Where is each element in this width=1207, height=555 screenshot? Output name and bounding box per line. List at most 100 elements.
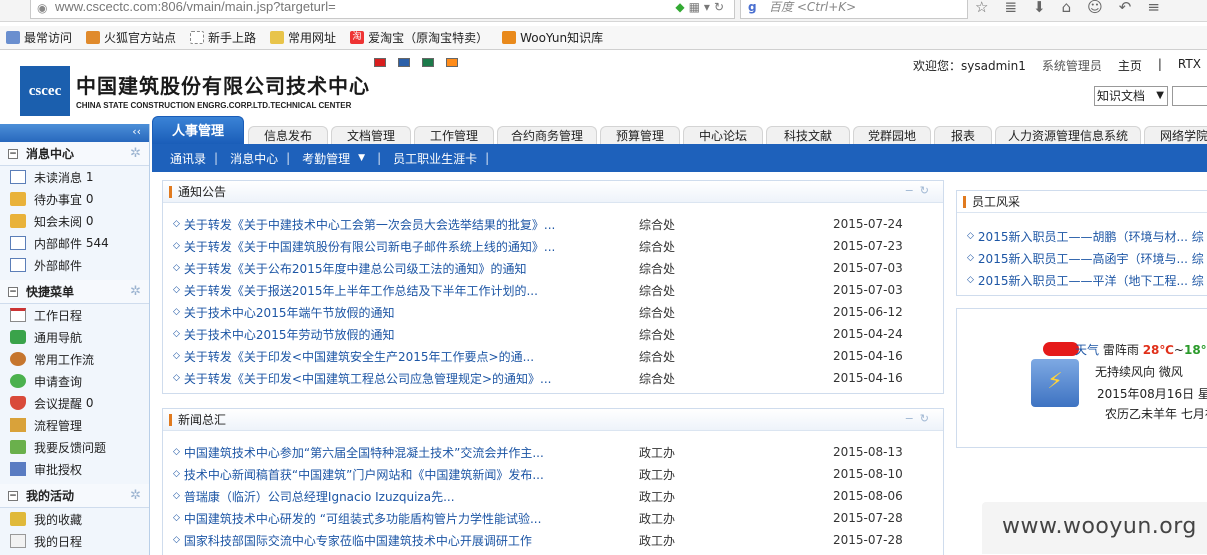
sidebar-item-internal-mail[interactable]: 内部邮件 544 [0,232,149,254]
browser-search-input[interactable]: g 百度 <Ctrl+K> [740,0,968,19]
refresh-icon[interactable]: ↻ [920,184,935,197]
tab-literature[interactable]: 科技文献 [766,126,850,144]
item-title[interactable]: 中国建筑技术中心参加“第六届全国特种混凝土技术”交流会并作主... [184,444,636,461]
item-title[interactable]: 技术中心新闻稿首获“中国建筑”门户网站和《中国建筑新闻》发布... [184,466,636,483]
sidebar-item-unread[interactable]: 未读消息 1 [0,166,149,188]
sidebar-section-messages[interactable]: − 消息中心 ✲ [0,142,149,166]
smiley-icon[interactable]: ☺ [1087,0,1103,20]
home-link[interactable]: 主页 [1118,57,1142,74]
tab-documents[interactable]: 文档管理 [331,126,411,144]
subnav-messages[interactable]: 消息中心 [230,150,278,167]
dropdown-icon[interactable]: ▾ [704,0,714,14]
bookmark-common-sites[interactable]: 常用网址 [270,29,336,46]
list-item[interactable]: ◇ 关于技术中心2015年劳动节放假的通知 综合处 2015-04-24 [173,323,903,345]
knowledge-search-input[interactable] [1172,86,1207,106]
list-item[interactable]: ◇ 关于转发《关于公布2015年度中建总公司级工法的通知》的通知 综合处 2015-0… [173,257,903,279]
list-item[interactable]: ◇ 2015新入职员工——高函宇（环境与... 综 [967,247,1207,269]
skin-orange[interactable] [446,58,458,67]
menu-icon[interactable]: ≡ [1147,0,1160,20]
tab-party[interactable]: 党群园地 [853,126,931,144]
list-item[interactable]: ◇ 中国建筑技术中心参加“第六届全国特种混凝土技术”交流会并作主... 政工办 201… [173,441,903,463]
tab-work[interactable]: 工作管理 [414,126,494,144]
collapse-icon[interactable]: − [8,490,18,501]
tab-info-publish[interactable]: 信息发布 [248,126,328,144]
reading-list-icon[interactable]: ≣ [1004,0,1017,20]
list-item[interactable]: ◇ 2015新入职员工——胡鹏（环境与材... 综 [967,225,1207,247]
list-item[interactable]: ◇ 国家科技部国际交流中心专家莅临中国建筑技术中心开展调研工作 政工办 2015-07… [173,529,903,551]
list-item[interactable]: ◇ 关于转发《关于印发<中国建筑安全生产2015年工作要点>的通... 综合处 201… [173,345,903,367]
collapse-icon[interactable]: − [8,286,18,297]
item-title[interactable]: 关于转发《关于报送2015年上半年工作总结及下半年工作计划的... [184,282,636,299]
minimize-icon[interactable]: − [905,412,920,425]
list-item[interactable]: ◇ 关于转发《关于中建技术中心工会第一次会员大会选举结果的批复》... 综合处 201… [173,213,903,235]
rtx-link[interactable]: RTX [1178,57,1201,74]
item-title[interactable]: 中国建筑技术中心研发的 “可组装式多功能盾构管片力学性能试验... [184,510,636,527]
back-icon[interactable]: ↶ [1119,0,1132,20]
tab-contracts[interactable]: 合约商务管理 [497,126,597,144]
refresh-icon[interactable]: ↻ [920,412,935,425]
item-title[interactable]: 关于转发《关于中建技术中心工会第一次会员大会选举结果的批复》... [184,216,636,233]
gear-icon[interactable]: ✲ [130,488,141,503]
gear-icon[interactable]: ✲ [130,146,141,161]
sidebar-item-approval[interactable]: 审批授权 [0,458,149,480]
list-item[interactable]: ◇ 技术中心新闻稿首获“中国建筑”门户网站和《中国建筑新闻》发布... 政工办 201… [173,463,903,485]
list-item[interactable]: ◇ 关于转发《关于报送2015年上半年工作总结及下半年工作计划的... 综合处 201… [173,279,903,301]
list-item[interactable]: ◇ 中国建筑技术中心研发的 “可组装式多功能盾构管片力学性能试验... 政工办 201… [173,507,903,529]
tab-budget[interactable]: 预算管理 [600,126,680,144]
tab-reports[interactable]: 报表 [934,126,992,144]
sidebar-item-external-mail[interactable]: 外部邮件 [0,254,149,276]
sidebar-item-todo[interactable]: 待办事宜 0 [0,188,149,210]
home-icon[interactable]: ⌂ [1062,0,1072,20]
bookmark-getting-started[interactable]: 新手上路 [190,29,256,46]
skin-green[interactable] [422,58,434,67]
sidebar-item-feedback[interactable]: 我要反馈问题 [0,436,149,458]
tab-hrms[interactable]: 人力资源管理信息系统 [995,126,1141,144]
list-item[interactable]: ◇ 关于转发《关于印发<中国建筑工程总公司应急管理规定>的通知》... 综合处 201… [173,367,903,389]
bookmark-star-icon[interactable]: ☆ [975,0,988,20]
bookmark-most-visited[interactable]: 最常访问 [6,29,72,46]
item-title[interactable]: 关于转发《关于印发<中国建筑工程总公司应急管理规定>的通知》... [184,370,636,387]
qr-icon[interactable]: ▦ [689,0,704,14]
subnav-attendance[interactable]: 考勤管理 [302,150,350,167]
bookmark-taobao[interactable]: 淘爱淘宝（原淘宝特卖） [350,29,488,46]
list-item[interactable]: ◇ 关于转发《关于中国建筑股份有限公司新电子邮件系统上线的通知》... 综合处 201… [173,235,903,257]
sidebar-item-query[interactable]: 申请查询 [0,370,149,392]
skin-red[interactable] [374,58,386,67]
sidebar-item-process[interactable]: 流程管理 [0,414,149,436]
shield-icon[interactable]: ◆ [675,0,688,14]
sidebar-collapse-button[interactable]: ‹‹ [0,124,149,142]
item-title[interactable]: 国家科技部国际交流中心专家莅临中国建筑技术中心开展调研工作 [184,532,636,549]
sidebar-section-activities[interactable]: − 我的活动 ✲ [0,484,149,508]
sidebar-section-shortcuts[interactable]: − 快捷菜单 ✲ [0,280,149,304]
sidebar-item-my-schedule[interactable]: 我的日程 [0,530,149,552]
search-engine-icon[interactable]: g [748,0,757,14]
reload-icon[interactable]: ↻ [714,0,728,14]
gear-icon[interactable]: ✲ [130,284,141,299]
skin-blue[interactable] [398,58,410,67]
item-title[interactable]: 关于转发《关于中国建筑股份有限公司新电子邮件系统上线的通知》... [184,238,636,255]
bookmark-firefox-site[interactable]: 火狐官方站点 [86,29,176,46]
tab-hr[interactable]: 人事管理 [152,116,244,144]
knowledge-type-select[interactable]: 知识文档 ▼ [1094,86,1168,106]
sidebar-item-meeting[interactable]: 会议提醒 0 [0,392,149,414]
address-field[interactable]: ◉ www.cscectc.com:806/vmain/main.jsp?tar… [30,0,735,19]
item-title[interactable]: 普瑞康（临沂）公司总经理Ignacio Izuzquiza先... [184,488,636,505]
tab-forum[interactable]: 中心论坛 [683,126,763,144]
sidebar-item-navigation[interactable]: 通用导航 [0,326,149,348]
sidebar-item-schedule[interactable]: 工作日程 [0,304,149,326]
item-title[interactable]: 关于转发《关于公布2015年度中建总公司级工法的通知》的通知 [184,260,636,277]
list-item[interactable]: ◇ 普瑞康（临沂）公司总经理Ignacio Izuzquiza先... 政工办 201… [173,485,903,507]
collapse-icon[interactable]: − [8,148,18,159]
bookmark-wooyun[interactable]: WooYun知识库 [502,29,603,46]
list-item[interactable]: ◇ 关于技术中心2015年端午节放假的通知 综合处 2015-06-12 [173,301,903,323]
list-item[interactable]: ◇ 2015新入职员工——平洋（地下工程... 综 [967,269,1207,291]
sidebar-item-workflow[interactable]: 常用工作流 [0,348,149,370]
item-title[interactable]: 关于技术中心2015年劳动节放假的通知 [184,326,636,343]
tab-online-academy[interactable]: 网络学院 [1144,126,1207,144]
subnav-career-card[interactable]: 员工职业生涯卡 [393,150,477,167]
item-title[interactable]: 关于技术中心2015年端午节放假的通知 [184,304,636,321]
subnav-contacts[interactable]: 通讯录 [170,150,206,167]
item-title[interactable]: 关于转发《关于印发<中国建筑安全生产2015年工作要点>的通... [184,348,636,365]
sidebar-item-favorites[interactable]: 我的收藏 [0,508,149,530]
sidebar-item-notified[interactable]: 知会未阅 0 [0,210,149,232]
